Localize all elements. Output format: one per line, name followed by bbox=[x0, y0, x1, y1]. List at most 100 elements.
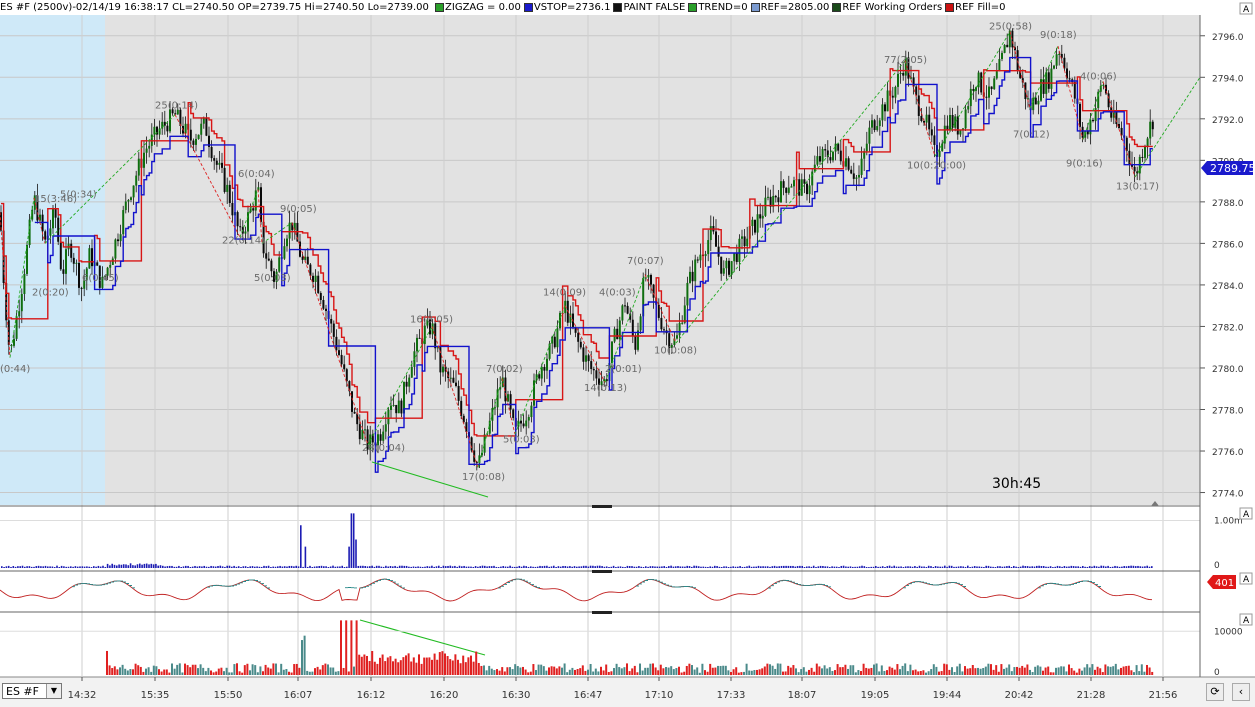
candle-body bbox=[395, 404, 398, 414]
volume-bar bbox=[479, 566, 481, 568]
volume-bar bbox=[635, 566, 638, 568]
volume-bar bbox=[1095, 566, 1098, 568]
volume-bar bbox=[295, 565, 297, 568]
volume-bar bbox=[380, 566, 383, 568]
volume-bar bbox=[102, 565, 104, 568]
volume-bar bbox=[803, 567, 806, 568]
panel-a-button[interactable]: A bbox=[1243, 616, 1250, 626]
volume-bar bbox=[707, 566, 709, 568]
x-tick-label: 16:07 bbox=[284, 690, 313, 701]
delta-bar bbox=[620, 668, 623, 675]
price-panel[interactable] bbox=[0, 15, 1200, 505]
candle-body bbox=[990, 86, 993, 90]
delta-bar bbox=[563, 663, 566, 675]
volume-bar bbox=[217, 566, 219, 568]
panel-splitter-handle[interactable] bbox=[592, 570, 612, 573]
chart-canvas[interactable]: (0:44)15(3:46)5(0:34)2(0:20)6(0:45)25(0:… bbox=[0, 0, 1255, 707]
volume-bar bbox=[900, 566, 902, 568]
panel-splitter-handle[interactable] bbox=[592, 611, 612, 614]
candle-body bbox=[88, 248, 91, 269]
candle-body bbox=[54, 209, 57, 218]
symbol-selector[interactable]: ES #F ▼ bbox=[2, 683, 62, 699]
time-axis[interactable] bbox=[0, 677, 1255, 707]
candle-body bbox=[267, 258, 270, 261]
candle-body bbox=[603, 379, 606, 382]
panel-a-button[interactable]: A bbox=[1243, 510, 1250, 520]
panel-splitter-handle[interactable] bbox=[592, 505, 612, 508]
candle-body bbox=[787, 187, 790, 193]
candle-body bbox=[434, 323, 437, 349]
volume-bar bbox=[221, 566, 224, 568]
arrow-back-icon[interactable]: ‹ bbox=[1232, 683, 1250, 701]
volume-bar bbox=[886, 566, 889, 568]
candle-body bbox=[265, 253, 268, 259]
volume-bar bbox=[704, 566, 707, 568]
volume-bar bbox=[438, 565, 440, 568]
delta-bar bbox=[1122, 666, 1125, 675]
delta-bar bbox=[191, 664, 194, 675]
delta-bar bbox=[1138, 671, 1141, 675]
volume-bar bbox=[1100, 565, 1102, 568]
volume-bar bbox=[500, 566, 502, 568]
volume-bar bbox=[316, 566, 318, 568]
volume-bar bbox=[789, 565, 792, 568]
delta-bar bbox=[831, 671, 834, 675]
volume-bar bbox=[134, 565, 136, 568]
delta-bar bbox=[750, 670, 753, 675]
delta-bar bbox=[355, 620, 358, 675]
volume-bar bbox=[654, 566, 656, 568]
candle-body bbox=[717, 246, 720, 257]
delta-bar bbox=[579, 668, 582, 675]
delta-bar bbox=[766, 663, 769, 675]
legend-swatch bbox=[523, 2, 533, 12]
volume-bar bbox=[1068, 566, 1070, 568]
candle-body bbox=[405, 381, 408, 387]
candle-body bbox=[114, 239, 117, 259]
volume-bar bbox=[711, 566, 714, 568]
x-tick-label: 16:20 bbox=[430, 690, 459, 701]
candle-body bbox=[954, 116, 957, 128]
volume-bar bbox=[148, 564, 150, 568]
volume-panel[interactable] bbox=[0, 509, 1200, 570]
volume-bar bbox=[247, 566, 249, 568]
delta-bar bbox=[584, 670, 587, 675]
volume-bar bbox=[946, 566, 948, 568]
volume-bar bbox=[562, 565, 564, 568]
volume-bar bbox=[888, 565, 891, 568]
legend-swatch bbox=[435, 2, 445, 12]
volume-bar bbox=[737, 566, 739, 568]
oscillator-panel[interactable] bbox=[0, 573, 1200, 611]
candle-body bbox=[364, 429, 366, 431]
volume-bar bbox=[999, 566, 1001, 568]
panel-a-button[interactable]: A bbox=[1243, 575, 1250, 585]
candle-body bbox=[278, 257, 281, 272]
candle-body bbox=[169, 109, 171, 132]
delta-bar bbox=[116, 669, 119, 675]
candle-body bbox=[15, 316, 18, 339]
delta-bar bbox=[251, 664, 254, 675]
volume-bar bbox=[950, 565, 953, 568]
delta-bar bbox=[763, 666, 766, 675]
refresh-icon[interactable]: ⟳ bbox=[1206, 683, 1224, 701]
delta-bar bbox=[535, 670, 537, 675]
delta-bar bbox=[220, 667, 223, 675]
delta-bar bbox=[844, 664, 847, 675]
candle-body bbox=[145, 148, 148, 153]
delta-bar bbox=[883, 670, 886, 675]
candle-body bbox=[525, 420, 528, 427]
delta-bar bbox=[984, 666, 987, 675]
delta-bar bbox=[171, 663, 173, 675]
candle-body bbox=[1068, 78, 1071, 80]
chevron-down-icon[interactable]: ▼ bbox=[46, 684, 61, 698]
candle-body bbox=[1055, 54, 1058, 66]
volume-bar bbox=[536, 566, 539, 568]
candle-body bbox=[975, 87, 977, 91]
delta-bar bbox=[784, 671, 787, 675]
volume-bar bbox=[937, 566, 939, 568]
candle-body bbox=[247, 212, 249, 232]
volume-bar bbox=[120, 564, 123, 568]
panel-a-button[interactable]: A bbox=[1243, 5, 1250, 15]
delta-bar bbox=[155, 666, 158, 675]
volume-bar bbox=[116, 565, 118, 568]
candle-body bbox=[546, 358, 548, 371]
